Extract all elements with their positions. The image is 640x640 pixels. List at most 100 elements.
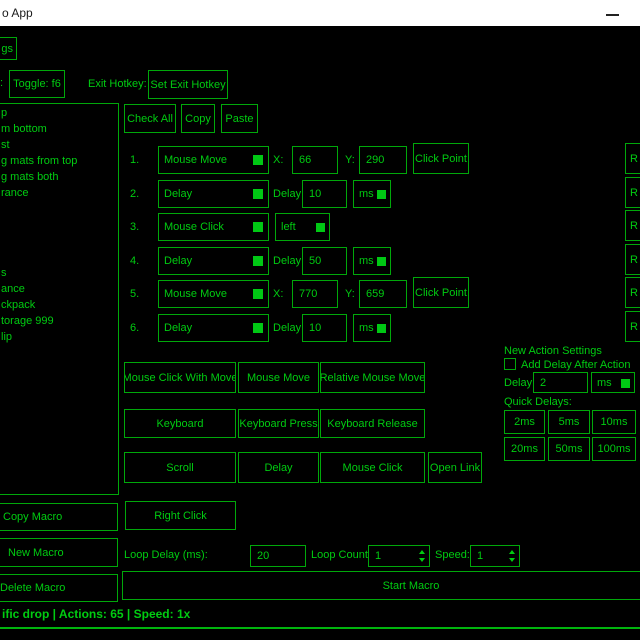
start-macro-button[interactable]: Start Macro [122, 571, 640, 600]
remove-action-button[interactable]: R [625, 277, 640, 308]
tab-settings[interactable]: gs [0, 37, 17, 60]
keyboard-button[interactable]: Keyboard [124, 409, 236, 438]
paste-button[interactable]: Paste [221, 104, 258, 133]
mouse-button-dropdown[interactable]: left [275, 213, 330, 241]
add-delay-checkbox[interactable] [504, 358, 516, 370]
macro-list-item[interactable]: torage 999 [1, 315, 116, 331]
quick-delays-label: Quick Delays: [504, 396, 572, 409]
quick-delay-2ms-button[interactable]: 2ms [504, 410, 545, 434]
y-label: Y: [345, 288, 355, 301]
macro-app-window: { "colors": { "background": "#000000", "… [0, 0, 640, 640]
x-input[interactable]: 66 [292, 146, 338, 174]
macro-list-item[interactable]: rance [1, 187, 116, 203]
remove-action-button[interactable]: R [625, 177, 640, 208]
macro-list-item[interactable] [1, 203, 116, 219]
x-input[interactable]: 770 [292, 280, 338, 308]
mouse-click-with-move-button[interactable]: Mouse Click With Move [124, 362, 236, 393]
toggle-hotkey-button[interactable]: Toggle: f6 [9, 70, 65, 98]
dropdown-square-icon [377, 190, 386, 199]
macro-list-item[interactable] [1, 235, 116, 251]
mouse-move-button[interactable]: Mouse Move [238, 362, 319, 393]
quick-delay-20ms-button[interactable]: 20ms [504, 437, 545, 461]
unit-dropdown[interactable]: ms [353, 180, 391, 208]
remove-action-button[interactable]: R [625, 210, 640, 241]
remove-action-button[interactable]: R [625, 311, 640, 342]
macro-list-item[interactable]: ckpack [1, 299, 116, 315]
action-type-dropdown[interactable]: Mouse Move [158, 146, 269, 174]
x-label: X: [273, 154, 283, 167]
y-input[interactable]: 659 [359, 280, 407, 308]
action-type-dropdown[interactable]: Mouse Click [158, 213, 269, 241]
unit-dropdown[interactable]: ms [353, 247, 391, 275]
copy-macro-button[interactable]: Copy Macro [0, 503, 118, 531]
action-type-value: Mouse Click [164, 221, 224, 233]
quick-delay-10ms-button[interactable]: 10ms [592, 410, 636, 434]
macro-list-item[interactable] [1, 219, 116, 235]
speed-stepper[interactable]: 1 [470, 545, 520, 567]
click-point-button[interactable]: Click Point [413, 277, 469, 308]
minimize-icon[interactable] [606, 14, 619, 16]
action-number: 2. [130, 188, 139, 201]
delay-input[interactable]: 10 [302, 180, 347, 208]
dropdown-square-icon [253, 289, 263, 299]
quick-delay-5ms-button[interactable]: 5ms [548, 410, 590, 434]
macro-list-item[interactable]: lip [1, 331, 116, 347]
keyboard-press-button[interactable]: Keyboard Press [238, 409, 319, 438]
mouse-button-value: left [281, 221, 296, 233]
new-action-delay-input[interactable]: 2 [533, 372, 588, 393]
unit-dropdown[interactable]: ms [353, 314, 391, 342]
delay-label: Delay [273, 322, 301, 335]
macro-list-item[interactable]: p [1, 107, 116, 123]
new-macro-button[interactable]: New Macro [0, 538, 118, 567]
new-action-delay-unit-dropdown[interactable]: ms [591, 372, 635, 393]
quick-delay-50ms-button[interactable]: 50ms [548, 437, 590, 461]
stepper-arrows-icon[interactable] [509, 546, 515, 566]
check-all-button[interactable]: Check All [124, 104, 176, 133]
action-type-value: Mouse Move [164, 288, 227, 300]
stepper-arrows-icon[interactable] [419, 546, 425, 566]
macro-list-item[interactable]: m bottom [1, 123, 116, 139]
macro-list-item[interactable]: g mats from top [1, 155, 116, 171]
dropdown-square-icon [253, 155, 263, 165]
dropdown-square-icon [316, 223, 325, 232]
action-type-dropdown[interactable]: Delay [158, 314, 269, 342]
macro-list-item[interactable]: g mats both [1, 171, 116, 187]
copy-button[interactable]: Copy [181, 104, 215, 133]
macro-list-item[interactable] [1, 251, 116, 267]
x-label: X: [273, 288, 283, 301]
action-type-value: Delay [164, 188, 192, 200]
macro-list-item[interactable]: st [1, 139, 116, 155]
keyboard-release-button[interactable]: Keyboard Release [320, 409, 425, 438]
delay-button[interactable]: Delay [238, 452, 319, 483]
right-click-button[interactable]: Right Click [125, 501, 236, 530]
speed-label: Speed: [435, 549, 470, 562]
loop-count-stepper[interactable]: 1 [368, 545, 430, 567]
statusbar-text: ific drop | Actions: 65 | Speed: 1x [2, 607, 190, 621]
click-point-button[interactable]: Click Point [413, 143, 469, 174]
delay-input[interactable]: 50 [302, 247, 347, 275]
quick-delay-100ms-button[interactable]: 100ms [592, 437, 636, 461]
delete-macro-button[interactable]: Delete Macro [0, 574, 118, 602]
macro-list-item[interactable]: ance [1, 283, 116, 299]
delay-input[interactable]: 10 [302, 314, 347, 342]
action-type-dropdown[interactable]: Delay [158, 247, 269, 275]
action-type-value: Mouse Move [164, 154, 227, 166]
open-link-button[interactable]: Open Link [428, 452, 482, 483]
unit-value: ms [359, 255, 374, 267]
set-exit-hotkey-button[interactable]: Set Exit Hotkey [148, 70, 228, 99]
macro-list-item[interactable]: s [1, 267, 116, 283]
remove-action-button[interactable]: R [625, 244, 640, 275]
remove-action-button[interactable]: R [625, 143, 640, 174]
action-type-dropdown[interactable]: Delay [158, 180, 269, 208]
action-number: 6. [130, 322, 139, 335]
new-action-delay-label: Delay: [504, 377, 535, 390]
mouse-click-button[interactable]: Mouse Click [320, 452, 425, 483]
window-title: o App [2, 6, 33, 20]
scroll-button[interactable]: Scroll [124, 452, 236, 483]
dropdown-square-icon [253, 256, 263, 266]
loop-delay-input[interactable]: 20 [250, 545, 306, 567]
y-input[interactable]: 290 [359, 146, 407, 174]
action-number: 4. [130, 255, 139, 268]
relative-mouse-move-button[interactable]: Relative Mouse Move [320, 362, 425, 393]
action-type-dropdown[interactable]: Mouse Move [158, 280, 269, 308]
